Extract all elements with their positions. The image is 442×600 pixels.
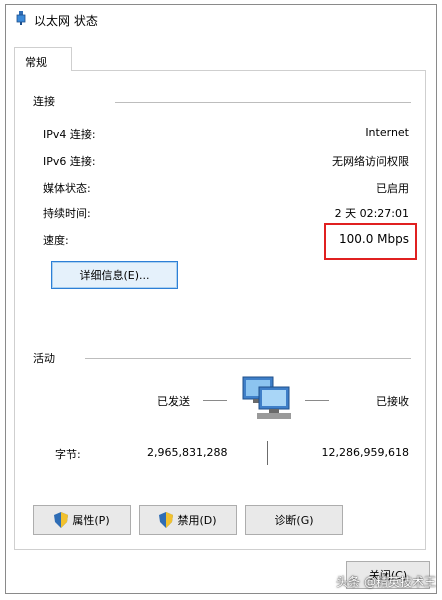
activity-section-label: 活动 — [33, 352, 55, 365]
ipv6-label: IPv6 连接: — [43, 155, 96, 168]
tab-general[interactable]: 常规 — [14, 47, 72, 71]
tab-general-label: 常规 — [25, 56, 47, 69]
uac-shield-icon — [159, 512, 174, 528]
ipv6-value: 无网络访问权限 — [332, 155, 409, 168]
network-adapter-icon — [16, 11, 26, 25]
properties-button-label: 属性(P) — [72, 514, 110, 527]
sent-label: 已发送 — [157, 395, 190, 408]
network-computers-icon — [242, 376, 291, 419]
uac-shield-icon — [54, 512, 69, 528]
details-button[interactable]: 详细信息(E)... — [51, 261, 178, 289]
disable-button-label: 禁用(D) — [177, 514, 217, 527]
watermark: 头条 @精英技术王 — [336, 575, 436, 589]
connection-divider — [115, 102, 411, 103]
speed-label: 速度: — [43, 234, 69, 247]
media-state-label: 媒体状态: — [43, 182, 91, 195]
connection-section-label: 连接 — [33, 95, 55, 108]
window-title: 以太网 状态 — [34, 14, 98, 28]
ipv4-label: IPv4 连接: — [43, 128, 96, 141]
speed-highlight-box — [324, 223, 417, 260]
bytes-received-value: 12,286,959,618 — [321, 446, 409, 459]
ipv4-value: Internet — [365, 126, 409, 139]
details-button-label: 详细信息(E)... — [79, 269, 150, 282]
diagnose-button-label: 诊断(G) — [274, 514, 314, 527]
status-window: 以太网 状态 常规 连接 IPv4 连接: Internet IPv6 连接: … — [5, 4, 437, 594]
title-bar: 以太网 状态 — [6, 5, 436, 33]
bytes-separator — [267, 441, 268, 465]
duration-label: 持续时间: — [43, 207, 91, 220]
media-state-value: 已启用 — [376, 182, 409, 195]
properties-button[interactable]: 属性(P) — [33, 505, 131, 535]
bytes-sent-value: 2,965,831,288 — [147, 446, 228, 459]
sent-line — [203, 400, 227, 401]
duration-value: 2 天 02:27:01 — [334, 207, 409, 220]
activity-divider — [85, 358, 411, 359]
disable-button[interactable]: 禁用(D) — [139, 505, 237, 535]
diagnose-button[interactable]: 诊断(G) — [245, 505, 343, 535]
bytes-label: 字节: — [55, 448, 81, 461]
general-panel: 连接 IPv4 连接: Internet IPv6 连接: 无网络访问权限 媒体… — [14, 70, 426, 550]
received-label: 已接收 — [376, 395, 409, 408]
received-line — [305, 400, 329, 401]
